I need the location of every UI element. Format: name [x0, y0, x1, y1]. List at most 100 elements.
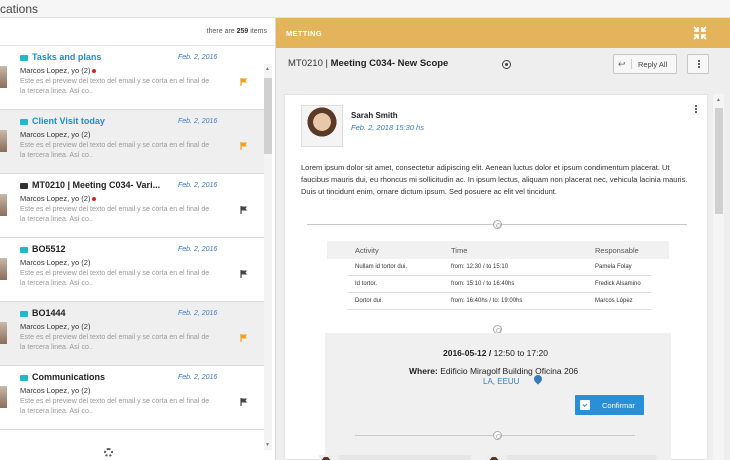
scroll-down-icon[interactable]: ▼ [265, 442, 270, 448]
watch-icon[interactable] [502, 60, 511, 69]
item-title: BO5512 [32, 244, 66, 254]
item-from: Marcos Lopez, yo (2) [20, 322, 91, 331]
envelope-icon [20, 55, 28, 61]
loading-spinner-icon [104, 448, 113, 457]
list-item[interactable]: Tasks and plans Feb. 2, 2016 Marcos Lopez,… [0, 46, 264, 110]
table-row: Nullam id tortor dui. from: 12:30 / to 15… [347, 259, 651, 276]
avatar [0, 194, 7, 216]
table-cell: from: 15:10 / to 16:40hs [451, 281, 515, 287]
list-item[interactable]: MT0210 | Meeting C034- Vari... Feb. 2, 20… [0, 174, 264, 238]
detail-scrollbar[interactable]: ▲ [713, 94, 724, 460]
top-strip: cations [0, 0, 730, 18]
detail-scrollbar-thumb[interactable] [715, 108, 723, 214]
event-location[interactable]: LA, EEUU [483, 377, 519, 386]
scroll-up-icon[interactable]: ▲ [716, 97, 721, 103]
confirm-button[interactable]: Confirmar [575, 395, 644, 415]
message-detail-pane: METTING MT0210 | Meeting C034- New Scope… [276, 18, 730, 460]
item-count: there are 259 items [206, 28, 267, 35]
list-item[interactable]: BO5512 Feb. 2, 2016 Marcos Lopez, yo (2) Es… [0, 238, 264, 302]
list-item[interactable]: Communications Feb. 2, 2016 Marcos Lopez, … [0, 366, 264, 430]
more-options-button[interactable] [687, 54, 709, 74]
item-date: Feb. 2, 2016 [178, 374, 218, 381]
envelope-icon [20, 247, 28, 253]
activity-table: Activity Time Responsable Nullam id tort… [327, 241, 669, 310]
item-preview: Este es el preview del texto del email y… [20, 398, 210, 415]
item-preview: Este es el preview del texto del email y… [20, 206, 210, 223]
sender-avatar [301, 105, 343, 147]
envelope-icon [20, 311, 28, 317]
item-from: Marcos Lopez, yo (2) [20, 386, 91, 395]
message-list: Tasks and plans Feb. 2, 2016 Marcos Lopez,… [0, 46, 264, 430]
list-scrollbar[interactable]: ▲ ▼ [264, 64, 272, 450]
item-from: Marcos Lopez, yo (2) [20, 258, 91, 267]
flag-icon[interactable] [240, 206, 248, 214]
item-title: Communications [32, 372, 106, 382]
item-preview: Este es el preview del texto del email y… [20, 270, 210, 287]
list-scrollbar-thumb[interactable] [264, 78, 272, 154]
flag-icon[interactable] [240, 270, 248, 278]
reply-all-button[interactable]: ↩ Reply All [613, 54, 677, 74]
column-header: Activity [355, 246, 379, 255]
table-cell: from: 16:40hs / to: 19:00hs [451, 298, 523, 304]
item-preview: Este es el preview del texto del email y… [20, 142, 210, 159]
table-cell: from: 12:30 / to 15:10 [451, 264, 509, 270]
divider-circle-icon [493, 431, 502, 440]
detail-header-label: METTING [286, 29, 322, 38]
item-from: Marcos Lopez, yo (2) [20, 66, 97, 75]
divider-circle-icon [493, 220, 502, 229]
table-row: Id tortor. from: 15:10 / to 16:40hs Fredic… [347, 276, 651, 293]
table-cell: Dortor dui. [355, 298, 384, 304]
avatar [0, 258, 7, 280]
table-cell: Id tortor. [355, 281, 378, 287]
detail-header: METTING [276, 18, 730, 48]
kebab-icon [698, 60, 700, 62]
collapse-icon[interactable] [692, 25, 708, 41]
table-cell: Pamela Folay [595, 264, 632, 270]
list-item[interactable]: BO1444 Feb. 2, 2016 Marcos Lopez, yo (2) Es… [0, 302, 264, 366]
sent-date: Feb. 2, 2018 15:30 hs [351, 123, 424, 132]
envelope-icon [20, 375, 28, 381]
avatar [487, 455, 501, 460]
confirm-label: Confirmar [602, 401, 635, 410]
table-cell: Marcos López [595, 298, 633, 304]
envelope-icon [20, 119, 28, 125]
table-cell: Fredick Alsamino [595, 281, 641, 287]
item-date: Feb. 2, 2016 [178, 310, 218, 317]
item-title: MT0210 | Meeting C034- Vari... [32, 180, 161, 190]
item-preview: Este es el preview del texto del email y… [20, 78, 210, 95]
avatar [0, 322, 7, 344]
list-item[interactable]: Client Visit today Feb. 2, 2016 Marcos Lop… [0, 110, 264, 174]
item-preview: Este es el preview del texto del email y… [20, 334, 210, 351]
subject-line: MT0210 | Meeting C034- New Scope [288, 58, 449, 69]
participant-card [339, 455, 471, 460]
item-title: Tasks and plans [32, 52, 102, 62]
event-panel: 2016-05-12 / 12:50 to 17:20 Where: Edifi… [325, 333, 671, 460]
unread-dot-icon [92, 69, 97, 74]
flag-icon[interactable] [240, 78, 248, 86]
item-title: Client Visit today [32, 116, 105, 126]
participant-card [507, 455, 657, 460]
message-body: Lorem ipsum dolor sit amet, consectetur … [301, 163, 688, 196]
avatar [0, 66, 7, 88]
scroll-up-icon[interactable]: ▲ [265, 66, 270, 72]
calendar-check-icon [580, 400, 590, 410]
event-where: Where: Edificio Miragolf Building Oficin… [409, 366, 579, 376]
message-list-pane: there are 259 items Tasks and plans Feb. … [0, 18, 276, 460]
flag-icon[interactable] [240, 398, 248, 406]
message-card: Sarah Smith Feb. 2, 2018 15:30 hs Lorem … [284, 94, 708, 460]
flag-icon[interactable] [240, 334, 248, 342]
flag-icon[interactable] [240, 142, 248, 150]
item-title: BO1444 [32, 308, 66, 318]
avatar [0, 130, 7, 152]
reply-icon: ↩ [618, 59, 632, 69]
avatar [319, 455, 333, 460]
item-date: Feb. 2, 2016 [178, 182, 218, 189]
item-from: Marcos Lopez, yo (2) [20, 194, 97, 203]
table-header: Activity Time Responsable [327, 241, 669, 259]
card-kebab-icon[interactable] [695, 105, 697, 107]
table-row: Dortor dui. from: 16:40hs / to: 19:00hs Ma… [347, 293, 651, 310]
column-header: Responsable [595, 246, 639, 255]
list-header: there are 259 items [0, 18, 275, 46]
column-header: Time [451, 246, 468, 255]
avatar [0, 386, 7, 408]
